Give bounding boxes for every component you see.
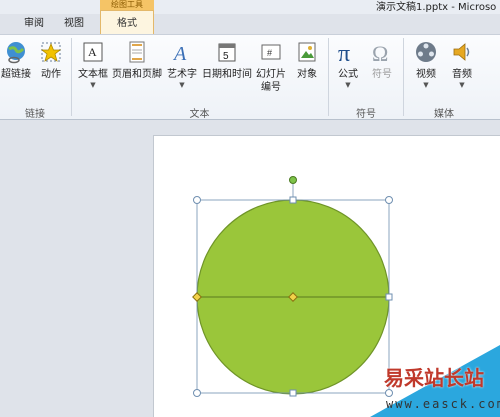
rotate-handle[interactable]	[289, 176, 297, 184]
resize-handle-top[interactable]	[289, 196, 297, 204]
resize-handle-top-left[interactable]	[193, 196, 201, 204]
watermark-text: 易采站长站	[384, 366, 484, 390]
watermark-url: www.easck.com	[386, 397, 500, 411]
resize-handle-bottom-left[interactable]	[193, 389, 201, 397]
resize-handle-top-right[interactable]	[385, 196, 393, 204]
resize-handle-right[interactable]	[385, 293, 393, 301]
resize-handle-bottom[interactable]	[289, 389, 297, 397]
